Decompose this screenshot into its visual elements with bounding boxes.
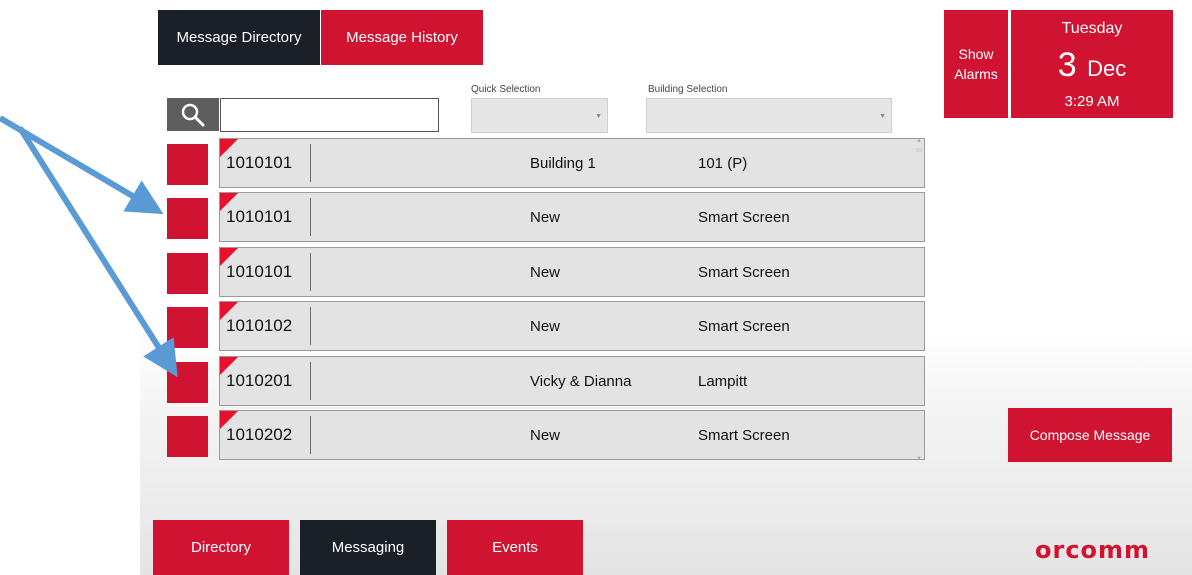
tab-message-directory[interactable]: Message Directory — [158, 10, 320, 65]
row-name: Building 1 — [530, 155, 596, 172]
date-time-panel: Tuesday 3 Dec 3:29 AM — [1011, 10, 1173, 118]
row-code: 1010101 — [226, 262, 293, 281]
row-name: New — [530, 318, 561, 335]
table-row[interactable]: 1010101 New Smart Screen — [219, 192, 925, 242]
row-divider — [310, 307, 311, 345]
row-code: 1010202 — [226, 425, 293, 444]
row-select-box[interactable] — [167, 144, 208, 185]
table-row[interactable]: 1010201 Vicky & Dianna Lampitt — [219, 356, 925, 406]
scroll-down-icon[interactable]: ▼ — [915, 456, 923, 462]
row-code: 1010101 — [226, 153, 293, 172]
tab-directory[interactable]: Directory — [153, 520, 289, 575]
tab-events[interactable]: Events — [447, 520, 583, 575]
table-row[interactable]: 1010101 New Smart Screen — [219, 247, 925, 297]
quick-selection-label: Quick Selection — [471, 84, 541, 95]
show-alarms-label-line1: Show — [958, 46, 994, 62]
table-row[interactable]: 1010102 New Smart Screen — [219, 301, 925, 351]
annotation-arrow — [0, 115, 164, 215]
weekday: Tuesday — [1061, 20, 1123, 37]
list-scrollbar[interactable]: ▲ ▼ — [915, 138, 923, 462]
month: Dec — [1087, 56, 1127, 81]
app-window: Message Directory Message History Quick … — [140, 0, 1192, 575]
date-display: 3 Dec — [1011, 46, 1173, 85]
row-code: 1010201 — [226, 371, 293, 390]
row-detail: Smart Screen — [698, 264, 790, 281]
search-input[interactable] — [220, 98, 439, 132]
row-detail: Smart Screen — [698, 318, 790, 335]
table-row[interactable]: 1010202 New Smart Screen — [219, 410, 925, 460]
row-name: New — [530, 209, 561, 226]
row-divider — [310, 416, 311, 454]
time: 3:29 AM — [1064, 93, 1120, 110]
row-code: 1010102 — [226, 316, 293, 335]
row-select-box[interactable] — [167, 362, 208, 403]
show-alarms-button[interactable]: Show Alarms — [944, 10, 1008, 118]
magnifier-icon — [181, 103, 205, 126]
row-detail: 101 (P) — [698, 155, 748, 172]
row-select-box[interactable] — [167, 198, 208, 239]
scroll-thumb[interactable] — [916, 148, 922, 152]
row-divider — [310, 253, 311, 291]
table-row[interactable]: 1010101 Building 1 101 (P) — [219, 138, 925, 188]
row-select-box[interactable] — [167, 307, 208, 348]
row-divider — [310, 362, 311, 400]
building-selection-label: Building Selection — [648, 84, 728, 95]
row-divider — [310, 198, 311, 236]
row-detail: Smart Screen — [698, 209, 790, 226]
search-button[interactable] — [167, 98, 219, 131]
row-detail: Lampitt — [698, 373, 748, 390]
orcomm-logo: orcomm — [1035, 536, 1151, 564]
row-code: 1010101 — [226, 207, 293, 226]
show-alarms-label-line2: Alarms — [954, 66, 998, 82]
row-select-box[interactable] — [167, 253, 208, 294]
dropdown-arrow-icon: ▼ — [879, 113, 886, 120]
row-name: New — [530, 264, 561, 281]
quick-selection-dropdown[interactable]: ▼ — [471, 98, 608, 133]
row-detail: Smart Screen — [698, 427, 790, 444]
row-name: Vicky & Dianna — [530, 373, 632, 390]
scroll-up-icon[interactable]: ▲ — [915, 138, 923, 144]
tab-messaging[interactable]: Messaging — [300, 520, 436, 575]
row-divider — [310, 144, 311, 182]
building-selection-dropdown[interactable]: ▼ — [646, 98, 892, 133]
row-name: New — [530, 427, 561, 444]
row-select-box[interactable] — [167, 416, 208, 457]
compose-message-button[interactable]: Compose Message — [1008, 408, 1172, 462]
tab-message-history[interactable]: Message History — [321, 10, 483, 65]
day-number: 3 — [1057, 46, 1077, 84]
dropdown-arrow-icon: ▼ — [595, 113, 602, 120]
